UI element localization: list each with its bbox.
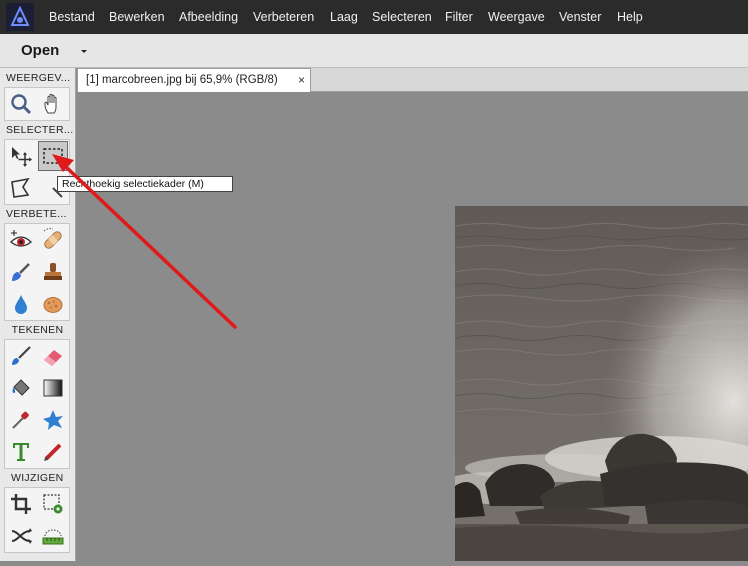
menu-laag[interactable]: Laag [330,0,358,34]
paint-bucket-icon [12,379,30,396]
zoom-icon [11,94,32,115]
tool-tooltip: Rechthoekig selectiekader (M) [57,176,233,192]
eyedropper-tool[interactable] [6,405,36,435]
gradient-icon [43,379,63,397]
smart-brush-icon [12,263,30,281]
section-header-wijzigen: WIJZIGEN [0,470,75,487]
menu-verbeteren[interactable]: Verbeteren [253,0,314,34]
pencil-icon [44,443,62,461]
document-tab-title: [1] marcobreen.jpg bij 65,9% (RGB/8) [86,74,278,86]
move-tool[interactable] [6,141,36,171]
sponge-icon [43,297,63,313]
section-wijzigen [4,487,70,553]
document-image[interactable] [435,206,748,561]
crop-icon [11,494,31,514]
clone-stamp-icon [44,263,62,280]
elements-logo-icon [6,3,34,31]
menu-bar: Bestand Bewerken Afbeelding Verbeteren L… [0,0,748,34]
chevron-down-icon [81,50,87,53]
menu-help[interactable]: Help [617,0,643,34]
type-tool[interactable] [6,437,36,467]
move-icon [12,147,32,167]
app-logo [6,3,34,31]
zoom-tool[interactable] [6,89,36,119]
bandage-icon [43,228,62,249]
menu-bestand[interactable]: Bestand [49,0,95,34]
menu-weergave[interactable]: Weergave [488,0,545,34]
open-bar: Open [0,34,748,68]
lasso-icon [11,177,30,198]
sponge-tool[interactable] [38,289,68,319]
paint-bucket-tool[interactable] [6,373,36,403]
menu-venster[interactable]: Venster [559,0,601,34]
content-aware-move-tool[interactable] [6,521,36,551]
section-tekenen [4,339,70,469]
red-eye-tool[interactable] [6,225,36,255]
menu-selecteren[interactable]: Selecteren [372,0,432,34]
toolbox: WEERGEV... SELECTER... VERBETE... TEKENE… [0,68,76,561]
recompose-tool[interactable] [38,489,68,519]
menu-bewerken[interactable]: Bewerken [109,0,165,34]
custom-shape-icon [43,410,63,430]
blur-icon [15,295,27,314]
clone-stamp-tool[interactable] [38,257,68,287]
custom-shape-tool[interactable] [38,405,68,435]
open-dropdown[interactable] [76,44,92,58]
brush-tool[interactable] [6,341,36,371]
hand-icon [44,93,57,114]
hand-tool[interactable] [38,89,68,119]
red-eye-icon [10,230,32,247]
eyedropper-icon [12,411,29,429]
recompose-icon [43,494,63,514]
close-tab-icon[interactable]: × [298,69,305,91]
spot-healing-tool[interactable] [38,225,68,255]
document-tab[interactable]: [1] marcobreen.jpg bij 65,9% (RGB/8) × [77,68,311,92]
content-aware-move-icon [11,528,32,544]
open-button[interactable]: Open [21,34,59,68]
smart-brush-tool[interactable] [6,257,36,287]
section-selecteren [4,139,70,205]
section-weergeven [4,87,70,121]
section-header-selecteren: SELECTER... [0,122,75,139]
eraser-icon [44,350,62,366]
type-icon [13,443,29,461]
gradient-tool[interactable] [38,373,68,403]
section-header-weergeven: WEERGEV... [0,70,75,87]
section-header-tekenen: TEKENEN [0,322,75,339]
lasso-tool[interactable] [6,173,36,203]
eraser-tool[interactable] [38,341,68,371]
rectangular-marquee-icon [43,148,63,164]
menu-afbeelding[interactable]: Afbeelding [179,0,238,34]
section-header-verbeteren: VERBETE... [0,206,75,223]
pencil-tool[interactable] [38,437,68,467]
sea-photo [435,206,748,561]
blur-tool[interactable] [6,289,36,319]
tab-strip [311,68,748,92]
rectangular-marquee-tool[interactable] [38,141,68,171]
menu-filter[interactable]: Filter [445,0,473,34]
straighten-icon [42,529,64,545]
brush-icon [12,346,31,365]
crop-tool[interactable] [6,489,36,519]
section-verbeteren [4,223,70,321]
straighten-tool[interactable] [38,521,68,551]
